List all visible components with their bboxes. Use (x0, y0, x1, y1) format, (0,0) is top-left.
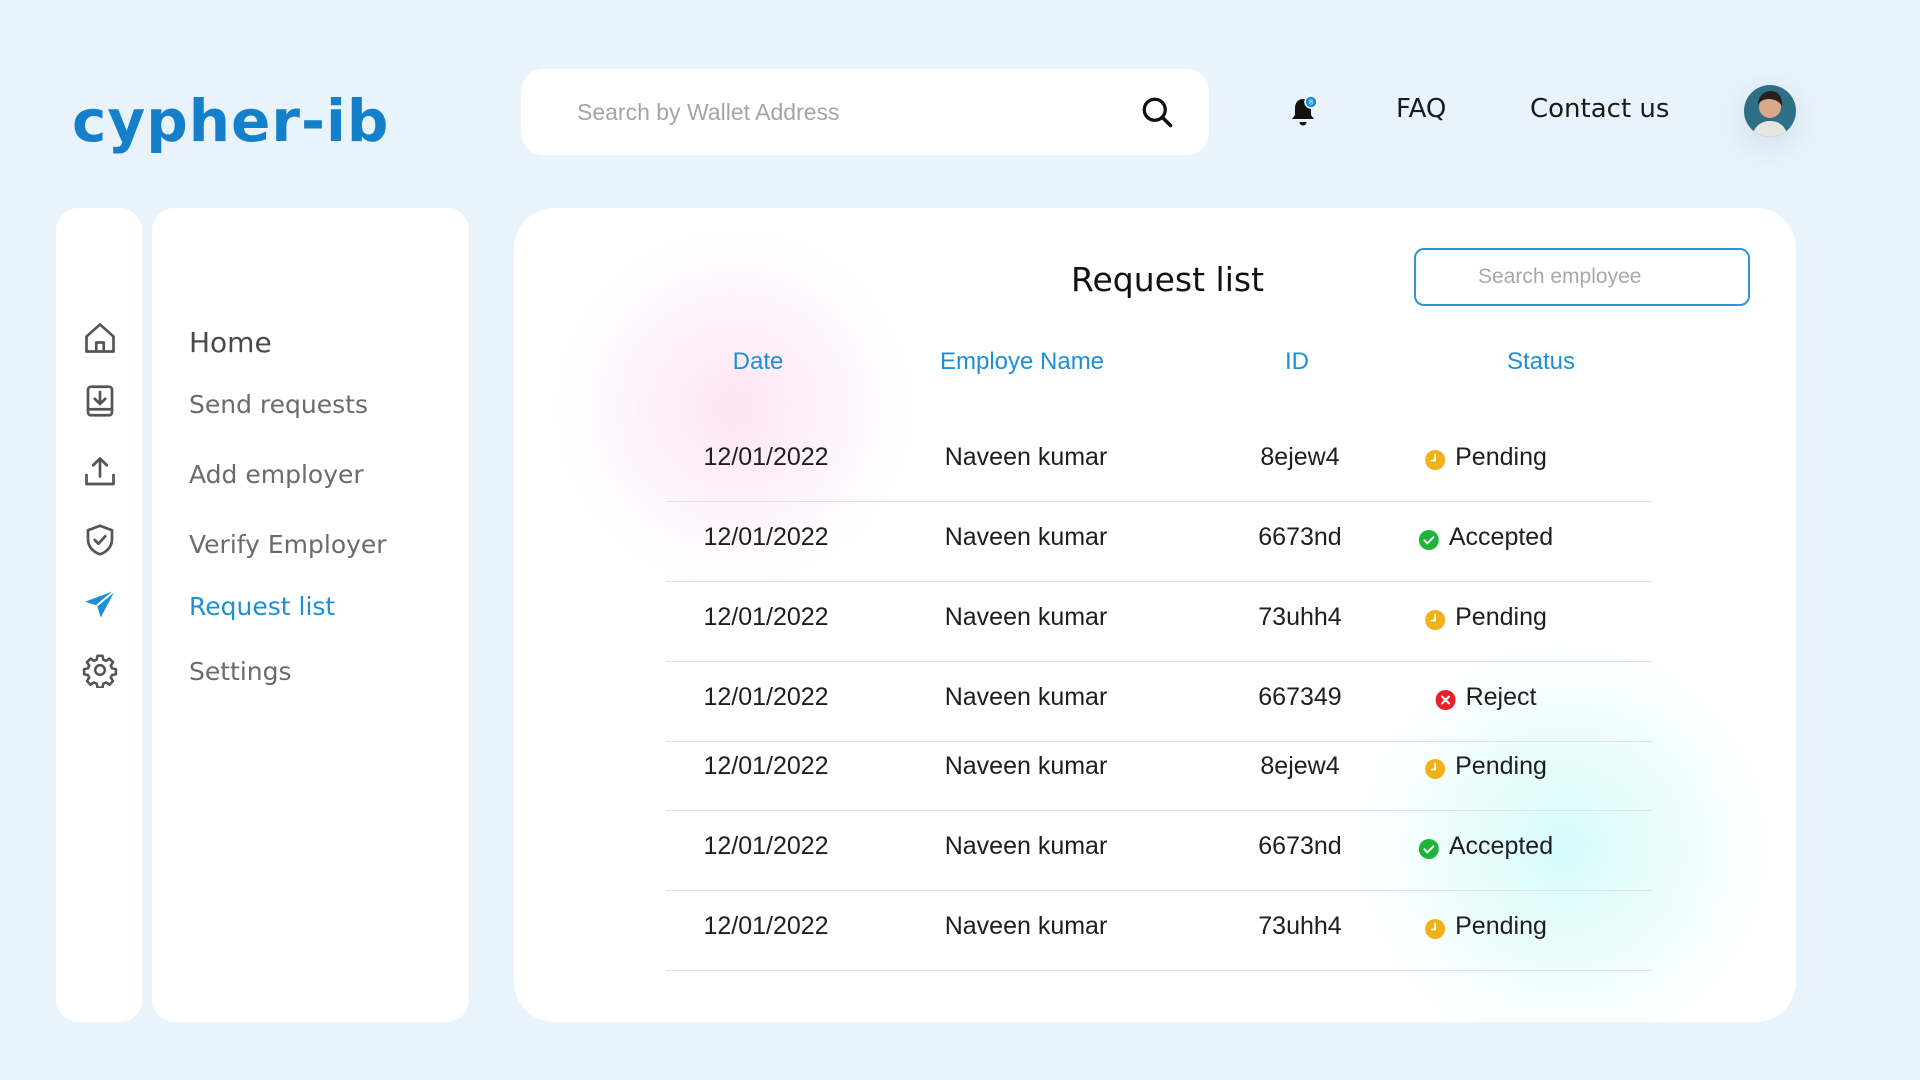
clock-icon (1425, 917, 1446, 939)
check-circle-icon (1418, 837, 1439, 859)
status-badge: Accepted (1418, 832, 1554, 861)
table-row[interactable]: 12/01/2022Naveen kumar667349Reject (666, 970, 1652, 983)
column-header-employee-name[interactable]: Employe Name (940, 348, 1104, 376)
x-circle-icon (1435, 688, 1456, 710)
row-id: 6673nd (1258, 832, 1342, 860)
brand-logo[interactable]: cypher-ib (72, 92, 389, 150)
download-tray-icon[interactable] (82, 383, 118, 419)
gear-icon[interactable] (82, 652, 118, 688)
check-circle-icon (1418, 528, 1439, 550)
row-employee-name: Naveen kumar (944, 752, 1108, 780)
status-badge: Accepted (1418, 523, 1554, 552)
status-label: Pending (1455, 752, 1547, 780)
wallet-search-input[interactable] (575, 97, 1139, 127)
sidebar-item-request-list[interactable]: Request list (189, 592, 335, 621)
status-label: Accepted (1448, 523, 1554, 551)
icon-rail (56, 208, 142, 1022)
row-employee-name: Naveen kumar (944, 523, 1108, 551)
table-row[interactable]: 12/01/2022 Naveen kumar 73uhh4 Pending (666, 890, 1652, 971)
row-date: 12/01/2022 (703, 443, 829, 471)
row-id: 6673nd (1258, 523, 1342, 551)
status-label: Reject (1465, 683, 1537, 711)
nav-contact-link[interactable]: Contact us (1530, 94, 1669, 124)
request-list-card: Request list Date Employe Name ID Status… (514, 208, 1796, 1022)
status-badge: Reject (1435, 683, 1537, 712)
sidebar-menu: Home Send requests Add employer Verify E… (152, 208, 469, 1022)
notification-bell-icon[interactable]: 8 (1288, 95, 1318, 129)
shield-check-icon[interactable] (82, 522, 118, 558)
table-header: Date Employe Name ID Status (666, 348, 1652, 382)
status-badge: Pending (1425, 752, 1547, 781)
clock-icon (1425, 757, 1446, 779)
status-badge: Pending (1425, 443, 1547, 472)
table-row[interactable]: 12/01/2022 Naveen kumar 8ejew4 Pending (666, 730, 1652, 811)
status-badge: Pending (1425, 603, 1547, 632)
status-label: Accepted (1448, 832, 1554, 860)
row-id: 8ejew4 (1260, 752, 1340, 780)
table-row[interactable]: 12/01/2022 Naveen kumar 6673nd Accepted (666, 810, 1652, 891)
wallet-search-bar (521, 69, 1209, 155)
nav-faq-link[interactable]: FAQ (1396, 94, 1446, 124)
column-header-status[interactable]: Status (1507, 348, 1575, 376)
status-badge: Pending (1425, 912, 1547, 941)
table-row[interactable]: 12/01/2022 Naveen kumar 73uhh4 Pending (666, 581, 1652, 662)
status-label: Pending (1455, 443, 1547, 471)
request-table: Date Employe Name ID Status 12/01/2022 Na… (666, 208, 1652, 983)
row-employee-name: Naveen kumar (944, 603, 1108, 631)
row-id: 8ejew4 (1260, 443, 1340, 471)
row-employee-name: Naveen kumar (944, 832, 1108, 860)
row-date: 12/01/2022 (703, 832, 829, 860)
user-avatar[interactable] (1744, 85, 1796, 137)
notification-count: 8 (1309, 99, 1313, 107)
upload-icon[interactable] (82, 454, 118, 490)
sidebar-item-verify-employer[interactable]: Verify Employer (189, 530, 387, 559)
sidebar-item-send-requests[interactable]: Send requests (189, 390, 368, 419)
row-employee-name: Naveen kumar (944, 683, 1108, 711)
table-row[interactable]: 12/01/2022 Naveen kumar 8ejew4 Pending (666, 421, 1652, 502)
status-label: Pending (1455, 912, 1547, 940)
home-icon[interactable] (82, 320, 118, 356)
status-label: Pending (1455, 603, 1547, 631)
row-date: 12/01/2022 (703, 523, 829, 551)
column-header-id[interactable]: ID (1285, 348, 1309, 376)
sidebar-item-settings[interactable]: Settings (189, 657, 292, 686)
table-row[interactable]: 12/01/2022 Naveen kumar 6673nd Accepted (666, 501, 1652, 582)
row-date: 12/01/2022 (703, 752, 829, 780)
send-icon[interactable] (82, 586, 118, 622)
row-id: 667349 (1258, 683, 1342, 711)
sidebar-item-home[interactable]: Home (189, 326, 272, 359)
row-employee-name: Naveen kumar (944, 443, 1108, 471)
row-employee-name: Naveen kumar (944, 912, 1108, 940)
column-header-date[interactable]: Date (733, 348, 784, 376)
search-icon[interactable] (1139, 94, 1175, 130)
row-id: 73uhh4 (1258, 603, 1342, 631)
row-id: 73uhh4 (1258, 912, 1342, 940)
row-date: 12/01/2022 (703, 912, 829, 940)
row-date: 12/01/2022 (703, 603, 829, 631)
row-date: 12/01/2022 (703, 683, 829, 711)
clock-icon (1425, 608, 1446, 630)
clock-icon (1425, 448, 1446, 470)
sidebar-item-add-employer[interactable]: Add employer (189, 460, 364, 489)
